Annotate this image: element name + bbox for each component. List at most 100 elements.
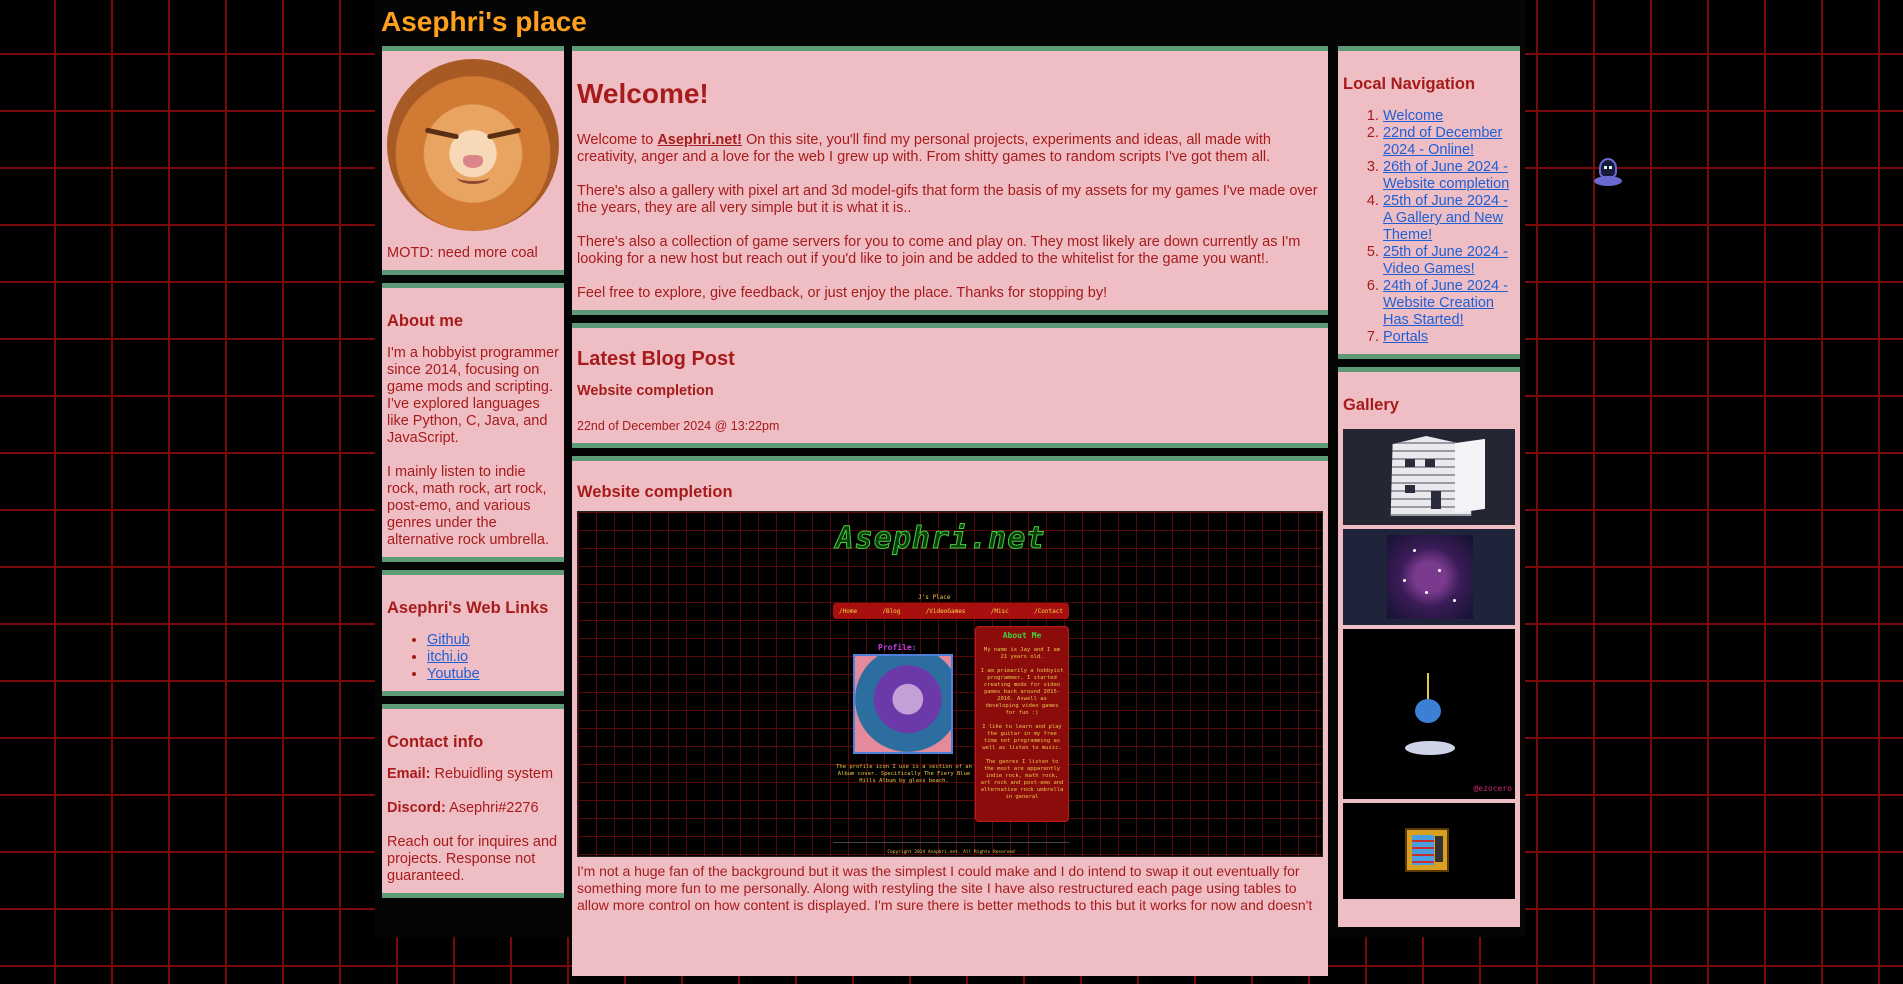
list-item: 22nd of December 2024 - Online! [1383, 125, 1515, 159]
robot-body [1415, 699, 1441, 723]
nav-link-video-games[interactable]: 25th of June 2024 - Video Games! [1383, 244, 1508, 277]
house-window [1425, 459, 1435, 467]
screenshot-logo: Asephri.net [835, 521, 1046, 556]
welcome-prefix: Welcome to [577, 132, 658, 148]
list-item: Youtube [427, 666, 559, 683]
screenshot-nav-item: /Blog [882, 607, 901, 615]
house-window [1405, 485, 1415, 493]
gallery-title: Gallery [1343, 396, 1399, 414]
ghost-sprite-icon [1594, 158, 1622, 188]
screenshot-nav-item: /Home [839, 607, 858, 615]
left-sidebar: MOTD: need more coal About me I'm a hobb… [382, 46, 564, 906]
avatar-nose [463, 155, 483, 168]
star [1425, 591, 1428, 594]
email-label: Email: [387, 766, 431, 782]
about-paragraph: I'm a hobbyist programmer since 2014, fo… [387, 345, 559, 446]
avatar [387, 59, 559, 231]
latest-post-box: Latest Blog Post Website completion 22nd… [572, 323, 1328, 448]
discord-label: Discord: [387, 800, 446, 816]
list-item: itchi.io [427, 649, 559, 666]
welcome-paragraph: Feel free to explore, give feedback, or … [577, 285, 1108, 301]
nav-link-portals[interactable]: Portals [1383, 329, 1428, 345]
list-item: Github [427, 632, 559, 649]
blog-post-box: Website completion Asephri.net J's Place… [572, 456, 1328, 976]
profile-box: MOTD: need more coal [382, 46, 564, 275]
screenshot-album-caption: The profile icon I use is a section of a… [836, 764, 972, 784]
robot-platform [1405, 741, 1455, 755]
page-container: Asephri's place MOTD: need more coal Abo… [375, 0, 1525, 976]
contact-discord: Discord: Asephri#2276 [387, 800, 559, 817]
star [1413, 549, 1416, 552]
nav-link-gallery-theme[interactable]: 25th of June 2024 - A Gallery and New Th… [1383, 193, 1508, 243]
vending-machine [1405, 828, 1449, 872]
web-links-list: Github itchi.io Youtube [387, 632, 559, 683]
itchio-link[interactable]: itchi.io [427, 649, 468, 665]
list-item: 25th of June 2024 - A Gallery and New Th… [1383, 193, 1515, 244]
welcome-paragraph: There's also a collection of game server… [577, 234, 1301, 267]
blog-post-text: I'm not a huge fan of the background but… [577, 863, 1313, 913]
gallery-image-nebula[interactable] [1343, 529, 1515, 625]
contact-title: Contact info [387, 733, 484, 751]
about-title: About me [387, 312, 464, 330]
welcome-title: Welcome! [577, 78, 709, 109]
screenshot-nav-item: /VideoGames [925, 607, 966, 615]
web-links-box: Asephri's Web Links Github itchi.io Yout… [382, 570, 564, 696]
welcome-paragraph: There's also a gallery with pixel art an… [577, 183, 1318, 216]
vending-glass [1412, 835, 1434, 865]
star [1453, 599, 1456, 602]
screenshot-footer: Copyright 2024 Asephri.net. All Rights R… [833, 842, 1069, 856]
screenshot-nav: /Home /Blog /VideoGames /Misc /Contact [833, 603, 1069, 619]
screenshot-about-text: I am primarily a hobbyist programmer. I … [980, 668, 1064, 716]
email-value: Rebuidling system [434, 766, 554, 782]
local-navigation-box: Local Navigation Welcome 22nd of Decembe… [1338, 46, 1520, 359]
site-title: Asephri's place [381, 6, 587, 37]
gallery-image-vending-machine[interactable] [1343, 803, 1515, 899]
house-door [1431, 491, 1441, 509]
main-content: Welcome! Welcome to Asephri.net! On this… [572, 46, 1328, 984]
screenshot-about-text: My name is Jay and I am 21 years old. [983, 647, 1061, 660]
nav-link-website-completion[interactable]: 26th of June 2024 - Website completion [1383, 159, 1509, 192]
nebula-sky [1387, 535, 1473, 619]
welcome-box: Welcome! Welcome to Asephri.net! On this… [572, 46, 1328, 315]
screenshot-about-text: The genres I listen to the most are appa… [980, 759, 1064, 800]
right-sidebar: Local Navigation Welcome 22nd of Decembe… [1338, 46, 1520, 935]
house-side [1455, 438, 1485, 514]
screenshot-about-title: About Me [1002, 631, 1042, 640]
gallery-image-robot[interactable]: @ezocero [1343, 629, 1515, 799]
nav-link-online[interactable]: 22nd of December 2024 - Online! [1383, 125, 1502, 158]
local-navigation-title: Local Navigation [1343, 75, 1476, 93]
avatar-eye [486, 127, 522, 140]
blog-post-title: Website completion [577, 483, 733, 501]
screenshot-album-cover [853, 654, 953, 754]
gallery-image-house[interactable] [1343, 429, 1515, 525]
about-paragraph: I mainly listen to indie rock, math rock… [387, 464, 549, 548]
nav-link-website-creation[interactable]: 24th of June 2024 - Website Creation Has… [1383, 278, 1508, 328]
ghost-head [1599, 158, 1617, 178]
about-box: About me I'm a hobbyist programmer since… [382, 283, 564, 562]
contact-note: Reach out for inquires and projects. Res… [387, 834, 558, 884]
list-item: Portals [1383, 329, 1515, 346]
screenshot-nav-item: /Contact [1034, 607, 1063, 615]
avatar-mouth [457, 171, 489, 184]
screenshot-about-text: I like to learn and play the guitar in m… [982, 724, 1062, 751]
screenshot-about-panel: About Me My name is Jay and I am 21 year… [975, 626, 1069, 822]
contact-box: Contact info Email: Rebuidling system Di… [382, 704, 564, 898]
contact-email: Email: Rebuidling system [387, 766, 559, 783]
list-item: Welcome [1383, 108, 1515, 125]
discord-value: Asephri#2276 [449, 800, 539, 816]
gallery-box: Gallery @ezocero [1338, 367, 1520, 927]
latest-post-name: Website completion [577, 383, 714, 399]
star [1403, 579, 1406, 582]
nav-link-welcome[interactable]: Welcome [1383, 108, 1443, 124]
latest-post-date: 22nd of December 2024 @ 13:22pm [577, 419, 780, 433]
site-link[interactable]: Asephri.net! [657, 132, 742, 148]
github-link[interactable]: Github [427, 632, 470, 648]
welcome-paragraph: Welcome to Asephri.net! On this site, yo… [577, 132, 1323, 166]
avatar-eye [424, 127, 460, 140]
website-screenshot: Asephri.net J's Place /Home /Blog /Video… [577, 511, 1323, 857]
list-item: 24th of June 2024 - Website Creation Has… [1383, 278, 1515, 329]
motd-text: MOTD: need more coal [387, 245, 538, 261]
youtube-link[interactable]: Youtube [427, 666, 480, 682]
house-window [1405, 459, 1415, 467]
list-item: 25th of June 2024 - Video Games! [1383, 244, 1515, 278]
